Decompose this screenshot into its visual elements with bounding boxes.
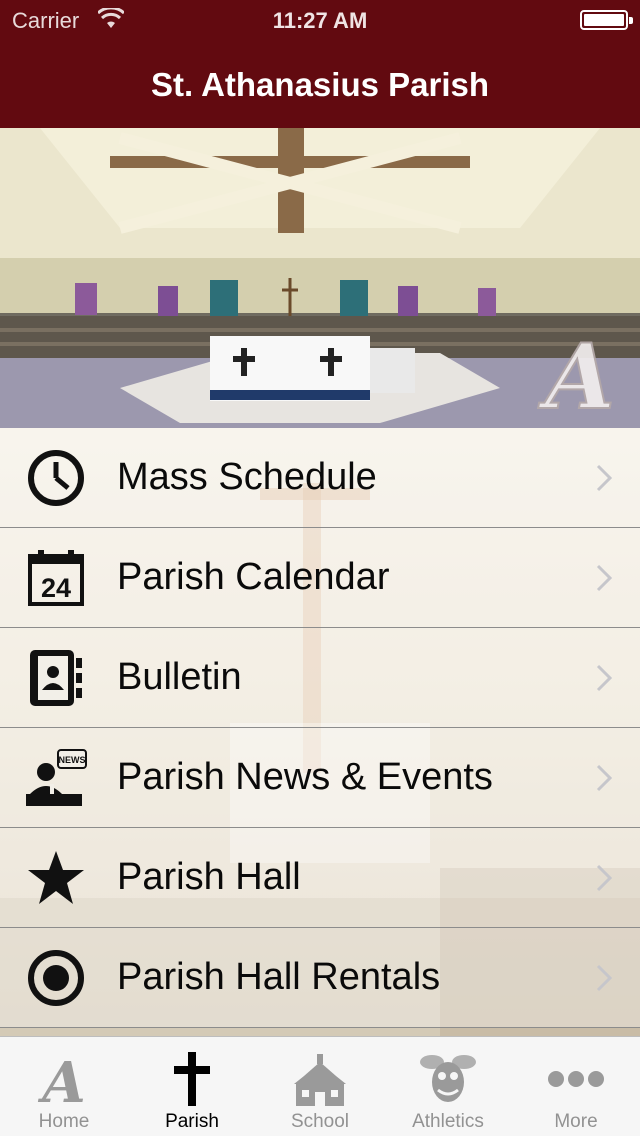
menu-item-parish-calendar[interactable]: 24 Parish Calendar: [0, 528, 640, 628]
chevron-right-icon: [596, 664, 612, 692]
menu-item-label: Parish News & Events: [117, 756, 493, 798]
hornet-mascot-icon: [384, 1049, 512, 1109]
schoolhouse-icon: [256, 1049, 384, 1109]
status-bar: Carrier 11:27 AM: [0, 0, 640, 40]
tab-school[interactable]: School: [256, 1037, 384, 1136]
svg-text:NEWS: NEWS: [59, 755, 86, 765]
chevron-right-icon: [596, 864, 612, 892]
news-anchor-icon: NEWS: [24, 748, 88, 808]
tab-bar: A Home Parish School Athletics More: [0, 1036, 640, 1136]
tab-label: School: [290, 1111, 350, 1132]
tab-athletics[interactable]: Athletics: [384, 1037, 512, 1136]
clock-icon: [24, 448, 88, 508]
menu-item-parish-hall[interactable]: Parish Hall: [0, 828, 640, 928]
more-dots-icon: [512, 1049, 640, 1109]
menu-item-bulletin[interactable]: Bulletin: [0, 628, 640, 728]
star-icon: [24, 848, 88, 908]
menu-item-label: Bulletin: [117, 656, 242, 698]
radio-button-icon: [24, 948, 88, 1008]
menu-item-parish-news-events[interactable]: NEWS Parish News & Events: [0, 728, 640, 828]
menu-list: Mass Schedule 24 Parish Calendar Bulleti…: [0, 428, 640, 1028]
tab-label: Parish: [165, 1111, 219, 1132]
status-time: 11:27 AM: [272, 8, 368, 33]
tab-parish[interactable]: Parish: [128, 1037, 256, 1136]
battery-level: [584, 14, 624, 26]
menu-item-parish-hall-rentals[interactable]: Parish Hall Rentals: [0, 928, 640, 1028]
script-a-icon: A: [0, 1049, 128, 1109]
menu-item-label: Parish Calendar: [117, 556, 390, 598]
cross-icon: [128, 1049, 256, 1109]
tab-more[interactable]: More: [512, 1037, 640, 1136]
contact-book-icon: [24, 648, 88, 708]
chevron-right-icon: [596, 964, 612, 992]
chevron-right-icon: [596, 464, 612, 492]
svg-text:24: 24: [41, 573, 71, 603]
parish-logo: A: [537, 324, 615, 428]
tab-label: Home: [38, 1111, 90, 1132]
chevron-right-icon: [596, 764, 612, 792]
navigation-bar: Carrier 11:27 AM St. Athanasius Parish: [0, 0, 640, 128]
page-title: St. Athanasius Parish: [150, 66, 490, 103]
menu-item-label: Mass Schedule: [117, 456, 377, 498]
hero-image: A: [0, 128, 640, 428]
menu-item-mass-schedule[interactable]: Mass Schedule: [0, 428, 640, 528]
menu-item-label: Parish Hall: [117, 856, 301, 898]
chevron-right-icon: [596, 564, 612, 592]
tab-home[interactable]: A Home: [0, 1037, 128, 1136]
menu-area: Mass Schedule 24 Parish Calendar Bulleti…: [0, 428, 640, 1036]
battery-icon: [580, 10, 633, 30]
calendar-icon: 24: [24, 548, 88, 608]
svg-text:A: A: [37, 1050, 85, 1108]
menu-item-label: Parish Hall Rentals: [117, 956, 441, 998]
tab-label: Athletics: [412, 1111, 484, 1132]
tab-label: More: [554, 1111, 598, 1132]
